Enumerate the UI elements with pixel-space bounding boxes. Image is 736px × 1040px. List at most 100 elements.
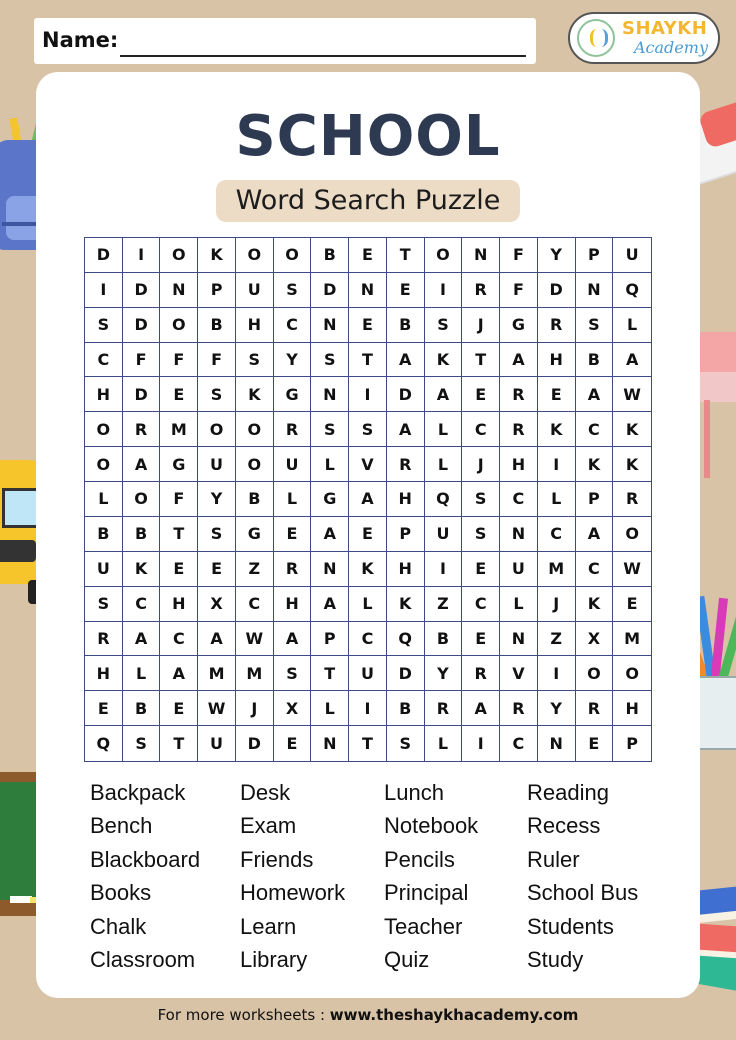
grid-cell[interactable]: K — [198, 238, 236, 273]
grid-cell[interactable]: C — [575, 551, 614, 587]
grid-cell[interactable]: E — [462, 621, 501, 657]
grid-cell[interactable]: C — [349, 621, 387, 657]
grid-cell[interactable]: H — [85, 377, 123, 413]
grid-cell[interactable]: N — [500, 516, 538, 552]
grid-cell[interactable]: K — [235, 377, 274, 413]
grid-cell[interactable]: L — [85, 482, 123, 517]
grid-cell[interactable]: B — [575, 342, 614, 378]
grid-cell[interactable]: O — [85, 412, 123, 448]
grid-cell[interactable]: A — [613, 343, 651, 378]
grid-cell[interactable]: R — [575, 691, 614, 727]
grid-cell[interactable]: W — [613, 552, 651, 587]
grid-cell[interactable]: R — [537, 307, 576, 343]
grid-cell[interactable]: K — [122, 551, 161, 587]
grid-cell[interactable]: D — [386, 377, 425, 413]
grid-cell[interactable]: K — [349, 551, 387, 587]
grid-cell[interactable]: R — [424, 691, 463, 727]
grid-cell[interactable]: U — [613, 238, 651, 273]
grid-cell[interactable]: A — [198, 621, 236, 657]
grid-cell[interactable]: O — [235, 447, 274, 483]
grid-cell[interactable]: H — [386, 551, 425, 587]
footer-url[interactable]: www.theshaykhacademy.com — [330, 1006, 579, 1024]
grid-cell[interactable]: A — [311, 586, 350, 622]
grid-cell[interactable]: D — [236, 726, 274, 761]
grid-cell[interactable]: N — [311, 307, 350, 343]
grid-cell[interactable]: C — [160, 621, 199, 657]
grid-cell[interactable]: D — [311, 272, 350, 308]
grid-cell[interactable]: O — [85, 447, 123, 483]
grid-cell[interactable]: U — [235, 272, 274, 308]
grid-cell[interactable]: T — [311, 656, 350, 692]
grid-cell[interactable]: K — [537, 412, 576, 448]
grid-cell[interactable]: Q — [424, 482, 463, 517]
grid-cell[interactable]: G — [273, 377, 312, 413]
grid-cell[interactable]: S — [123, 726, 161, 761]
grid-cell[interactable]: R — [613, 482, 651, 517]
grid-cell[interactable]: B — [424, 621, 463, 657]
grid-cell[interactable]: R — [273, 551, 312, 587]
grid-cell[interactable]: L — [424, 447, 463, 483]
grid-cell[interactable]: L — [349, 586, 387, 622]
grid-cell[interactable]: E — [85, 691, 123, 727]
grid-cell[interactable]: A — [575, 377, 614, 413]
grid-cell[interactable]: Y — [198, 482, 236, 517]
grid-cell[interactable]: P — [198, 272, 236, 308]
grid-cell[interactable]: R — [500, 377, 538, 413]
grid-cell[interactable]: O — [160, 307, 199, 343]
grid-cell[interactable]: C — [85, 342, 123, 378]
grid-cell[interactable]: E — [576, 726, 614, 761]
grid-cell[interactable]: B — [386, 691, 425, 727]
grid-cell[interactable]: E — [274, 726, 312, 761]
grid-cell[interactable]: I — [537, 656, 576, 692]
grid-cell[interactable]: M — [198, 656, 236, 692]
grid-cell[interactable]: D — [122, 377, 161, 413]
grid-cell[interactable]: T — [160, 516, 199, 552]
grid-cell[interactable]: B — [311, 238, 350, 273]
grid-cell[interactable]: C — [500, 482, 538, 517]
grid-cell[interactable]: F — [500, 238, 538, 273]
grid-cell[interactable]: N — [311, 551, 350, 587]
grid-cell[interactable]: S — [349, 412, 387, 448]
grid-cell[interactable]: A — [349, 482, 387, 517]
grid-cell[interactable]: P — [575, 482, 614, 517]
grid-cell[interactable]: M — [537, 551, 576, 587]
grid-cell[interactable]: V — [349, 447, 387, 483]
grid-cell[interactable]: N — [349, 272, 387, 308]
grid-cell[interactable]: C — [575, 412, 614, 448]
grid-cell[interactable]: J — [235, 691, 274, 727]
grid-cell[interactable]: Y — [537, 691, 576, 727]
grid-cell[interactable]: P — [386, 516, 425, 552]
grid-cell[interactable]: S — [198, 377, 236, 413]
grid-cell[interactable]: O — [160, 238, 199, 273]
grid-cell[interactable]: F — [500, 272, 538, 308]
grid-cell[interactable]: E — [273, 516, 312, 552]
grid-cell[interactable]: K — [424, 342, 463, 378]
grid-cell[interactable]: E — [160, 377, 199, 413]
grid-cell[interactable]: E — [160, 691, 199, 727]
grid-cell[interactable]: H — [613, 691, 651, 727]
grid-cell[interactable]: S — [387, 726, 425, 761]
grid-cell[interactable]: R — [85, 621, 123, 657]
grid-cell[interactable]: T — [349, 342, 387, 378]
grid-cell[interactable]: J — [537, 586, 576, 622]
grid-cell[interactable]: D — [122, 272, 161, 308]
grid-cell[interactable]: E — [349, 238, 387, 273]
grid-cell[interactable]: P — [311, 621, 350, 657]
grid-cell[interactable]: O — [575, 656, 614, 692]
grid-cell[interactable]: U — [198, 726, 236, 761]
grid-cell[interactable]: O — [613, 517, 651, 552]
grid-cell[interactable]: N — [311, 726, 350, 761]
grid-cell[interactable]: W — [613, 377, 651, 413]
grid-cell[interactable]: B — [198, 307, 236, 343]
grid-cell[interactable]: J — [462, 307, 501, 343]
grid-cell[interactable]: S — [273, 272, 312, 308]
grid-cell[interactable]: S — [424, 307, 463, 343]
grid-cell[interactable]: D — [85, 238, 123, 273]
grid-cell[interactable]: S — [235, 342, 274, 378]
grid-cell[interactable]: L — [500, 586, 538, 622]
grid-cell[interactable]: E — [537, 377, 576, 413]
grid-cell[interactable]: N — [462, 238, 501, 273]
grid-cell[interactable]: N — [538, 726, 576, 761]
grid-cell[interactable]: E — [198, 551, 236, 587]
grid-cell[interactable]: H — [386, 482, 425, 517]
